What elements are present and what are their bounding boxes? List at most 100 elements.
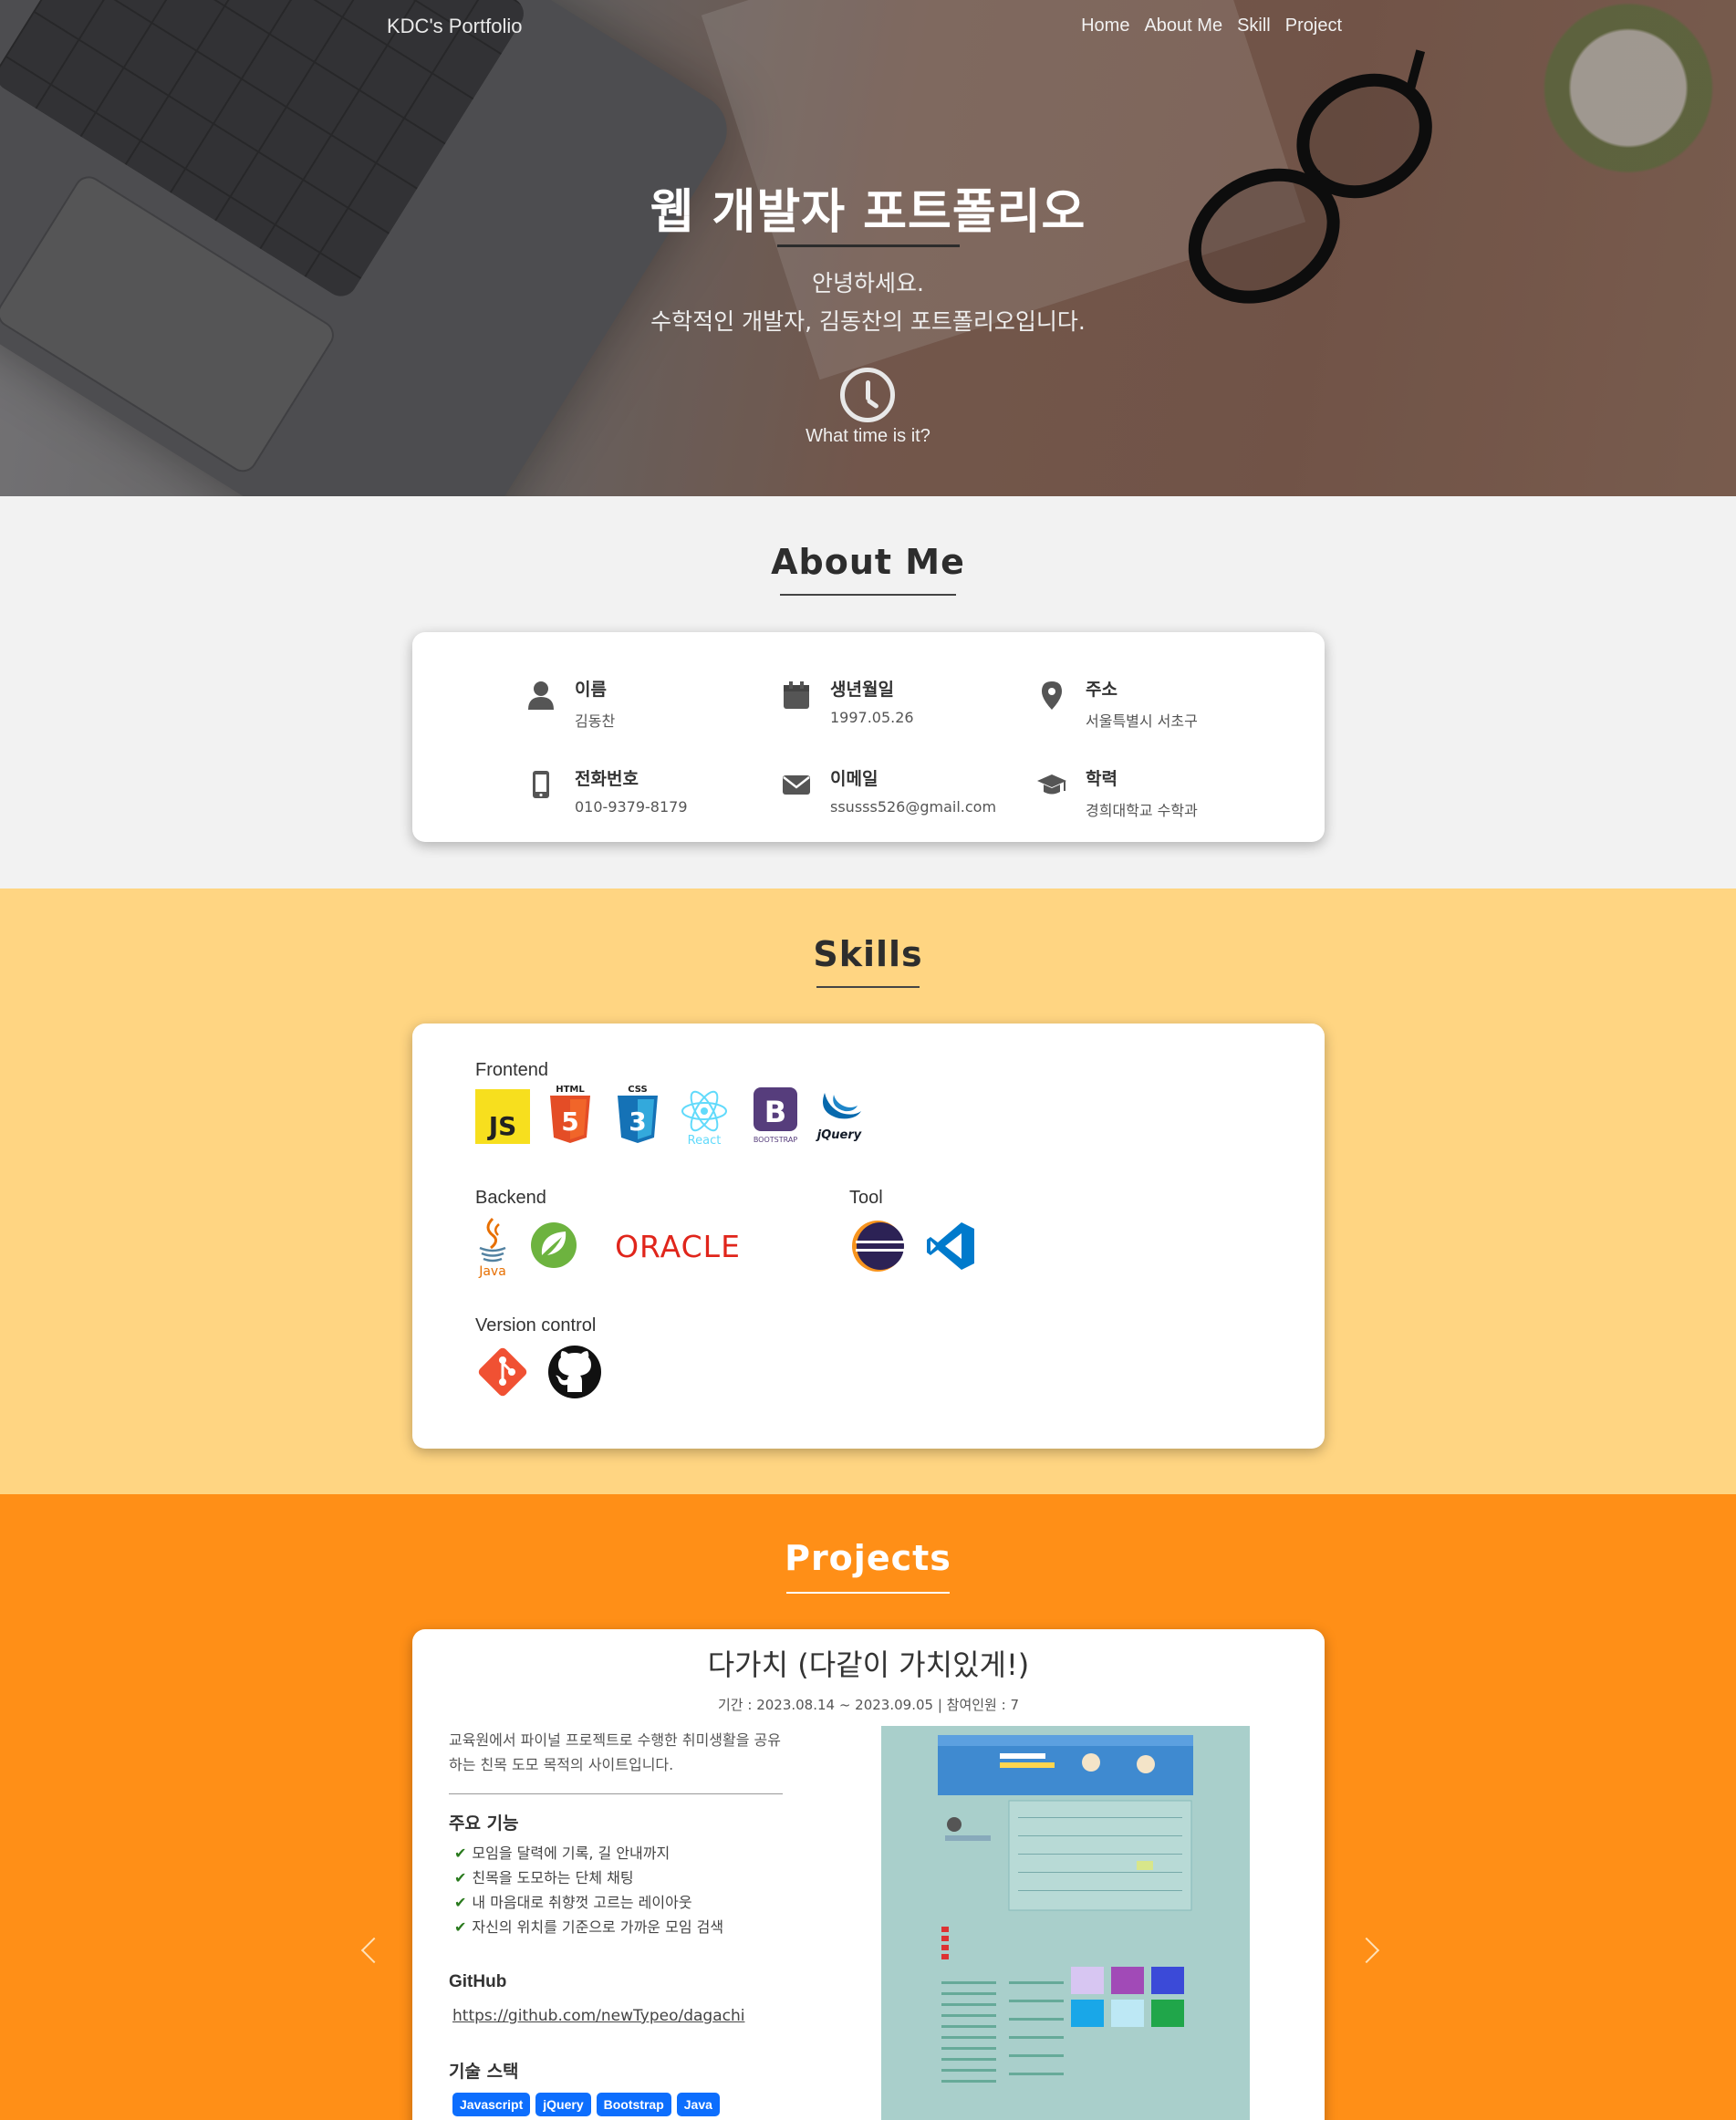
skills-title-underline	[816, 986, 920, 988]
project-title: 다가치 (다같이 가치있게!)	[707, 1647, 1030, 1682]
stack-heading: 기술 스택	[449, 2062, 519, 2082]
project-screenshot[interactable]	[881, 1726, 1250, 2120]
info-name: 이름 김동찬	[525, 676, 763, 740]
info-birthdate: 생년월일 1997.05.26	[781, 676, 1018, 740]
info-label: 주소	[1086, 680, 1117, 700]
feature-item: ✔ 친목을 도모하는 단체 채팅	[454, 1865, 634, 1887]
hero-divider	[777, 244, 960, 247]
check-icon: ✔	[454, 1894, 467, 1911]
nav-link-home[interactable]: Home	[1081, 16, 1129, 36]
info-value: 010-9379-8179	[575, 798, 688, 816]
hero-subtitle: 안녕하세요. 수학적인 개발자, 김동찬의 포트폴리오입니다.	[0, 265, 1736, 341]
nav-menu: Home About Me Skill Project	[1081, 16, 1342, 36]
info-email: 이메일 ssusss526@gmail.com	[781, 765, 1018, 829]
git-logo	[475, 1345, 530, 1399]
version-control-label: Version control	[475, 1315, 597, 1335]
about-card: 이름 김동찬 생년월일 1997.05.26 주소 서울특별시 서초구 전화번호…	[412, 632, 1325, 842]
oracle-logo-text: ORACLE	[615, 1229, 741, 1264]
info-label: 학력	[1086, 769, 1117, 789]
react-logo: React	[677, 1087, 732, 1148]
projects-title: Projects	[785, 1538, 951, 1578]
info-value: 1997.05.26	[830, 709, 914, 726]
tech-stack-tags: Javascript jQuery Bootstrap Java	[452, 2093, 781, 2116]
feature-text: 자신의 위치를 기준으로 가까운 모임 검색	[472, 1918, 724, 1936]
feature-text: 모임을 달력에 기록, 길 안내까지	[472, 1845, 670, 1862]
svg-text:5: 5	[561, 1107, 578, 1137]
check-icon: ✔	[454, 1869, 467, 1886]
info-label: 이메일	[830, 769, 878, 789]
github-logo	[547, 1345, 602, 1399]
mobile-phone-icon	[533, 771, 549, 798]
feature-item: ✔ 자신의 위치를 기준으로 가까운 모임 검색	[454, 1915, 723, 1937]
css3-logo: CSS 3	[610, 1085, 665, 1143]
hero-section: KDC's Portfolio Home About Me Skill Proj…	[0, 0, 1736, 496]
top-navbar: KDC's Portfolio Home About Me Skill Proj…	[0, 0, 1736, 51]
feature-text: 내 마음대로 취향껏 고르는 레이아웃	[472, 1894, 692, 1911]
person-icon	[528, 681, 554, 710]
nav-link-project[interactable]: Project	[1285, 16, 1342, 36]
nav-link-skill[interactable]: Skill	[1237, 16, 1271, 36]
eclipse-logo	[850, 1219, 905, 1273]
info-value: 서울특별시 서초구	[1086, 712, 1198, 730]
backend-label: Backend	[475, 1188, 546, 1208]
info-address: 주소 서울특별시 서초구	[1036, 676, 1273, 740]
about-title-underline	[780, 594, 956, 596]
carousel-next-icon[interactable]	[1353, 1937, 1380, 1964]
about-title: About Me	[771, 542, 965, 582]
hero-intro: 수학적인 개발자, 김동찬의 포트폴리오입니다.	[650, 308, 1086, 335]
tech-tag: jQuery	[535, 2093, 591, 2116]
check-icon: ✔	[454, 1845, 467, 1862]
svg-text:B: B	[764, 1095, 786, 1129]
jquery-logo: jQuery	[812, 1087, 867, 1148]
carousel-prev-icon[interactable]	[360, 1937, 388, 1964]
project-card: 다가치 (다같이 가치있게!) 기간 : 2023.08.14 ~ 2023.0…	[412, 1629, 1325, 2120]
projects-title-underline	[786, 1592, 950, 1594]
tool-label: Tool	[849, 1188, 883, 1208]
info-phone: 전화번호 010-9379-8179	[525, 765, 763, 829]
brand-logo[interactable]: KDC's Portfolio	[387, 15, 522, 38]
info-label: 전화번호	[575, 769, 639, 789]
svg-text:3: 3	[629, 1107, 646, 1137]
info-label: 이름	[575, 680, 607, 700]
html5-logo-text: HTML	[556, 1085, 585, 1095]
feature-item: ✔ 내 마음대로 취향껏 고르는 레이아웃	[454, 1890, 692, 1912]
info-education: 학력 경희대학교 수학과	[1036, 765, 1273, 829]
oracle-logo: ORACLE	[593, 1226, 763, 1266]
jquery-logo-text: jQuery	[816, 1128, 862, 1142]
info-value: 경희대학교 수학과	[1086, 802, 1198, 819]
javascript-logo-text: JS	[487, 1111, 517, 1141]
clock-label[interactable]: What time is it?	[0, 426, 1736, 447]
graduation-cap-icon	[1037, 774, 1066, 795]
features-heading: 주요 기능	[449, 1813, 519, 1834]
bootstrap-logo: B BOOTSTRAP	[744, 1087, 799, 1148]
check-icon: ✔	[454, 1918, 467, 1936]
about-section: About Me 이름 김동찬 생년월일 1997.05.26 주소 서울특별시…	[0, 496, 1736, 889]
css3-logo-text: CSS	[628, 1085, 647, 1095]
frontend-label: Frontend	[475, 1060, 549, 1080]
github-heading: GitHub	[449, 1972, 507, 1991]
feature-item: ✔ 모임을 달력에 기록, 길 안내까지	[454, 1841, 670, 1863]
skills-section: Skills Frontend JS HTML 5 CSS 3 React B BOO…	[0, 889, 1736, 1494]
hero-title: 웹 개발자 포트폴리오	[650, 185, 1086, 240]
tech-tag: Javascript	[452, 2093, 531, 2116]
map-pin-icon	[1042, 681, 1062, 710]
project-screenshot-image	[881, 1726, 1250, 2120]
tech-tag: Java	[676, 2093, 720, 2116]
info-value: 김동찬	[575, 712, 616, 730]
calendar-icon	[784, 681, 809, 709]
react-logo-text: React	[688, 1134, 722, 1148]
skills-title: Skills	[813, 934, 923, 974]
info-value: ssusss526@gmail.com	[830, 798, 997, 816]
spring-logo	[529, 1221, 578, 1270]
java-logo-text: Java	[478, 1264, 506, 1279]
html5-logo: HTML 5	[543, 1085, 598, 1143]
project-meta: 기간 : 2023.08.14 ~ 2023.09.05 | 참여인원 : 7	[718, 1697, 1019, 1713]
projects-section: Projects 다가치 (다같이 가치있게!) 기간 : 2023.08.14…	[0, 1494, 1736, 2120]
tech-tag: Bootstrap	[596, 2093, 671, 2116]
bootstrap-logo-text: BOOTSTRAP	[754, 1136, 798, 1144]
info-label: 생년월일	[830, 680, 894, 700]
project-description: 교육원에서 파이널 프로젝트로 수행한 취미생활을 공유하는 친목 도모 목적의…	[449, 1731, 781, 1773]
github-link[interactable]: https://github.com/newTypeo/dagachi	[452, 2007, 744, 2025]
nav-link-about[interactable]: About Me	[1144, 16, 1222, 36]
clock-icon[interactable]	[840, 368, 895, 422]
